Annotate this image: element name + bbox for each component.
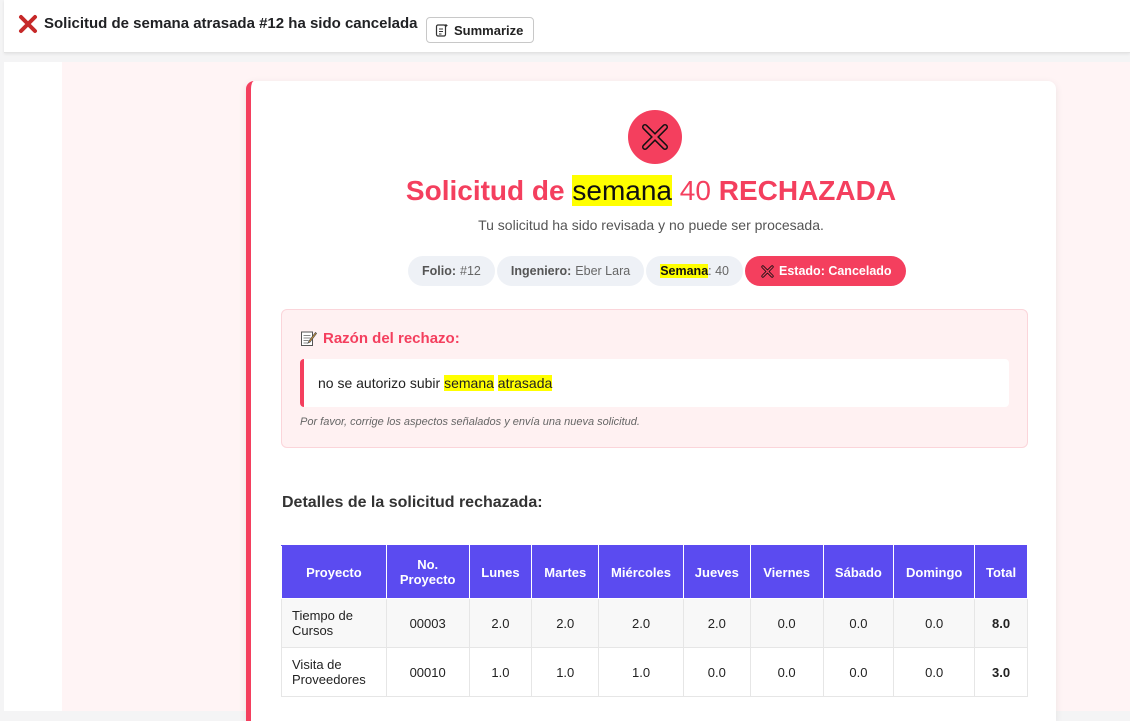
summarize-label: Summarize <box>454 22 524 38</box>
hours-cell: 0.0 <box>749 598 824 648</box>
table-row: Tiempo de Cursos 00003 2.0 2.0 2.0 2.0 0… <box>281 598 1028 648</box>
column-header: No. Proyecto <box>385 545 470 599</box>
status-label: Estado: Cancelado <box>779 264 892 278</box>
reason-heading-text: Razón del rechazo: <box>323 330 460 347</box>
column-header: Sábado <box>822 545 895 599</box>
summarize-icon <box>435 24 448 37</box>
memo-icon <box>301 331 317 346</box>
hours-cell: 0.0 <box>749 647 824 697</box>
details-title: Detalles de la solicitud rechazada: <box>282 494 543 511</box>
reason-heading: Razón del rechazo: <box>300 330 460 347</box>
project-number-cell: 00003 <box>385 598 470 648</box>
column-header: Proyecto <box>281 545 387 599</box>
status-badge: Estado: Cancelado <box>745 256 906 286</box>
column-header: Domingo <box>893 545 976 599</box>
reason-note: Por favor, corrige los aspectos señalado… <box>300 416 640 428</box>
reason-text: no se autorizo subir semana atrasada <box>300 359 1009 407</box>
hours-table: Proyecto No. Proyecto Lunes Martes Miérc… <box>281 545 1028 697</box>
project-number-cell: 00010 <box>385 647 470 697</box>
table-row: Visita de Proveedores 00010 1.0 1.0 1.0 … <box>281 647 1028 697</box>
cross-mark-icon <box>761 264 774 278</box>
week-value: : 40 <box>708 264 730 278</box>
rejected-badge <box>628 110 682 164</box>
column-header: Viernes <box>749 545 824 599</box>
page-title: Solicitud de semana 40 RECHAZADA <box>246 175 1056 207</box>
engineer-label: Ingeniero: <box>510 264 572 278</box>
hours-cell: 1.0 <box>598 647 684 697</box>
summarize-button[interactable]: Summarize <box>426 17 534 43</box>
hours-cell: 0.0 <box>682 647 751 697</box>
info-pills: Folio: #12 Ingeniero: Eber Lara Semana :… <box>408 256 906 286</box>
reason-text-highlight-2: atrasada <box>497 375 553 391</box>
page-subtitle: Tu solicitud ha sido revisada y no puede… <box>478 217 824 233</box>
hours-cell: 0.0 <box>893 647 976 697</box>
reason-text-prefix: no se autorizo subir <box>318 375 441 391</box>
folio-value: #12 <box>460 264 481 278</box>
folio-pill: Folio: #12 <box>408 256 495 286</box>
total-cell: 8.0 <box>974 598 1028 648</box>
reason-text-highlight-1: semana <box>444 375 494 391</box>
engineer-value: Eber Lara <box>575 264 631 278</box>
hours-cell: 0.0 <box>822 598 895 648</box>
title-highlight: semana <box>572 175 673 206</box>
hours-cell: 1.0 <box>531 647 600 697</box>
column-header: Miércoles <box>598 545 684 599</box>
engineer-pill: Ingeniero: Eber Lara <box>496 256 645 286</box>
column-header: Lunes <box>468 545 533 599</box>
title-prefix: Solicitud de <box>405 175 565 206</box>
hours-cell: 0.0 <box>822 647 895 697</box>
column-header: Jueves <box>682 545 751 599</box>
column-header: Total <box>974 545 1028 599</box>
hours-cell: 2.0 <box>468 598 533 648</box>
hours-cell: 0.0 <box>893 598 976 648</box>
project-cell: Visita de Proveedores <box>281 647 387 697</box>
hours-cell: 2.0 <box>531 598 600 648</box>
table-header-row: Proyecto No. Proyecto Lunes Martes Miérc… <box>281 545 1028 599</box>
column-header: Martes <box>531 545 600 599</box>
folio-label: Folio: <box>422 264 457 278</box>
email-subject: Solicitud de semana atrasada #12 ha sido… <box>44 15 418 32</box>
cross-mark-icon <box>19 15 37 33</box>
hours-cell: 1.0 <box>468 647 533 697</box>
week-label: Semana <box>660 264 709 278</box>
hours-cell: 2.0 <box>682 598 751 648</box>
email-header: Solicitud de semana atrasada #12 ha sido… <box>4 0 1130 53</box>
total-cell: 3.0 <box>974 647 1028 697</box>
title-week-number: 40 <box>679 175 711 206</box>
cross-mark-icon <box>642 124 668 150</box>
week-pill: Semana : 40 <box>646 256 744 286</box>
hours-cell: 2.0 <box>598 598 684 648</box>
title-status: RECHAZADA <box>718 175 897 206</box>
project-cell: Tiempo de Cursos <box>281 598 387 648</box>
